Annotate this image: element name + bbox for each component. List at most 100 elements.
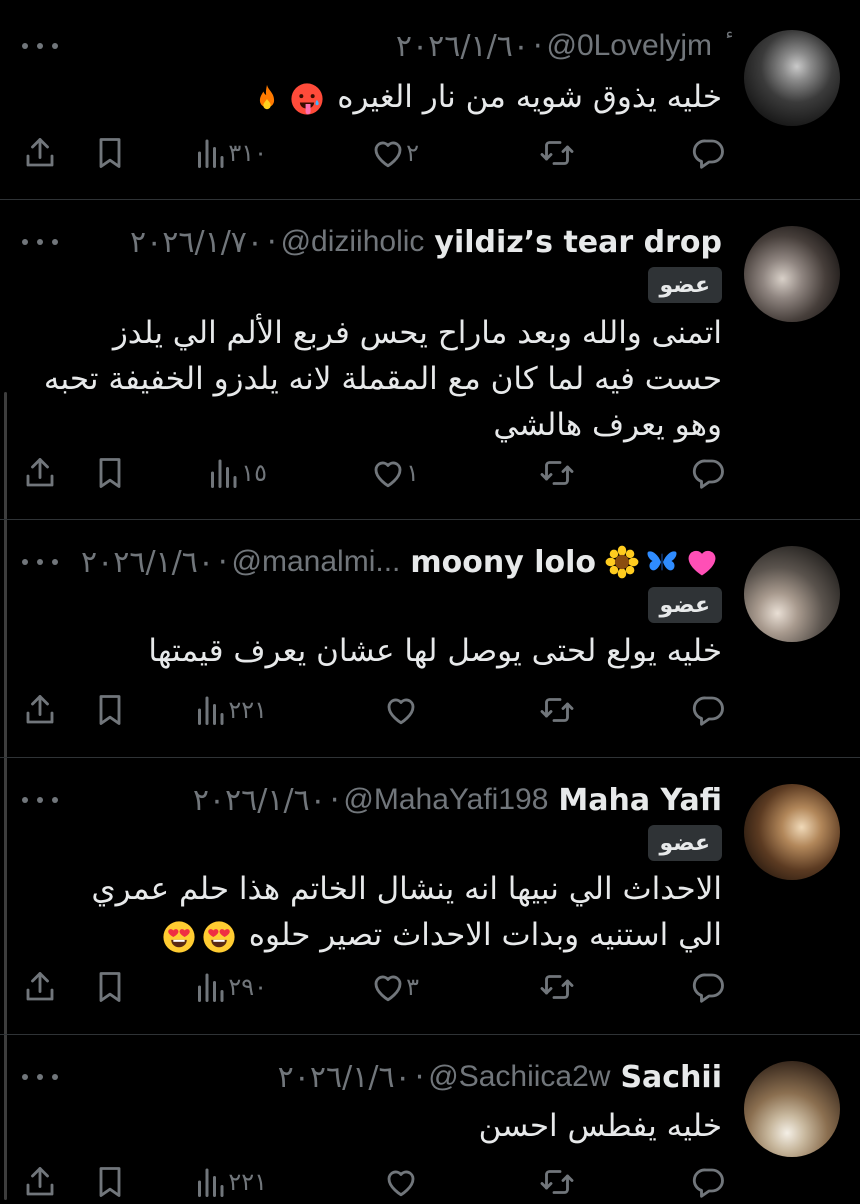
views-count: ٢٢١ bbox=[228, 696, 267, 724]
replies-feed: ٔ @0Lovelyjm · ٢٠٢٦/١/٦٠ خليه يذوق شويه … bbox=[0, 0, 860, 1200]
user-handle[interactable]: @diziiholic bbox=[281, 225, 425, 259]
more-options-icon[interactable] bbox=[22, 232, 58, 252]
avatar[interactable] bbox=[744, 226, 840, 322]
member-badge: عضو bbox=[647, 587, 722, 623]
reply-button[interactable] bbox=[691, 965, 727, 1009]
avatar[interactable] bbox=[744, 784, 840, 880]
heart-icon bbox=[370, 455, 406, 491]
bookmark-button[interactable] bbox=[92, 131, 128, 175]
reply-item[interactable]: yildiz’s tear drop @diziiholic · ٢٠٢٦/١/… bbox=[0, 200, 860, 520]
reply-button[interactable] bbox=[691, 131, 727, 175]
repost-icon bbox=[539, 969, 575, 1005]
views-button[interactable]: ٣١٠ bbox=[192, 131, 275, 175]
repost-button[interactable] bbox=[539, 1160, 575, 1204]
reply-date[interactable]: ٢٠٢٦/١/٧٠ bbox=[130, 225, 263, 260]
reply-button[interactable] bbox=[691, 688, 727, 732]
bookmark-button[interactable] bbox=[92, 965, 128, 1009]
more-options-icon[interactable] bbox=[22, 36, 58, 56]
member-badge: عضو bbox=[647, 267, 722, 303]
more-options-icon[interactable] bbox=[22, 552, 58, 572]
reply-text: خليه يذوق شويه من نار الغيره bbox=[42, 74, 722, 120]
like-button[interactable] bbox=[383, 1160, 427, 1204]
avatar[interactable] bbox=[744, 546, 840, 642]
bookmark-button[interactable] bbox=[92, 688, 128, 732]
hot-face-emoji-icon bbox=[290, 82, 324, 116]
views-button[interactable]: ٢٩٠ bbox=[192, 965, 275, 1009]
share-icon bbox=[22, 692, 58, 728]
like-button[interactable]: ١ bbox=[370, 451, 427, 495]
share-button[interactable] bbox=[22, 1160, 58, 1204]
bookmark-button[interactable] bbox=[92, 451, 128, 495]
reply-header: Sachii @Sachiica2w · ٢٠٢٦/١/٦٠ bbox=[278, 1055, 722, 1099]
bookmark-button[interactable] bbox=[92, 1160, 128, 1204]
repost-icon bbox=[539, 1164, 575, 1200]
reply-date[interactable]: ٢٠٢٦/١/٦٠ bbox=[193, 783, 326, 818]
user-handle[interactable]: @manalmi... bbox=[232, 545, 401, 579]
action-bar: ٢٢١ bbox=[0, 1160, 860, 1204]
bookmark-icon bbox=[92, 1164, 128, 1200]
heart-icon bbox=[370, 969, 406, 1005]
share-button[interactable] bbox=[22, 688, 58, 732]
repost-button[interactable] bbox=[539, 965, 575, 1009]
separator-dot: · bbox=[267, 224, 277, 260]
share-icon bbox=[22, 135, 58, 171]
user-handle[interactable]: @Sachiica2w bbox=[428, 1060, 610, 1094]
more-options-icon[interactable] bbox=[22, 790, 58, 810]
separator-dot: · bbox=[329, 782, 340, 818]
avatar[interactable] bbox=[744, 1061, 840, 1157]
reply-button[interactable] bbox=[691, 1160, 727, 1204]
repost-button[interactable] bbox=[539, 131, 575, 175]
avatar[interactable] bbox=[744, 30, 840, 126]
action-bar: ٢٢١ bbox=[0, 688, 860, 732]
reply-date[interactable]: ٢٠٢٦/١/٦٠ bbox=[81, 545, 214, 580]
like-button[interactable] bbox=[383, 688, 427, 732]
reply-header: yildiz’s tear drop @diziiholic · ٢٠٢٦/١/… bbox=[130, 220, 722, 264]
reply-item[interactable]: Maha Yafi @MahaYafi198 · ٢٠٢٦/١/٦٠ عضو ا… bbox=[0, 758, 860, 1035]
reply-date[interactable]: ٢٠٢٦/١/٦٠ bbox=[278, 1060, 411, 1095]
share-button[interactable] bbox=[22, 451, 58, 495]
user-display-name[interactable]: Maha Yafi bbox=[558, 783, 722, 818]
user-handle[interactable]: @MahaYafi198 bbox=[343, 783, 548, 817]
repost-icon bbox=[539, 455, 575, 491]
share-button[interactable] bbox=[22, 965, 58, 1009]
like-count: ٣ bbox=[406, 973, 419, 1001]
separator-dot: · bbox=[414, 1059, 425, 1095]
views-button[interactable]: ١٥ bbox=[205, 451, 275, 495]
heart-eyes-emoji-icon bbox=[162, 920, 196, 954]
name-emojis bbox=[602, 545, 722, 579]
action-bar: ٣ ٢٩٠ bbox=[0, 965, 860, 1009]
user-display-name[interactable]: Sachii bbox=[620, 1060, 722, 1095]
like-button[interactable]: ٣ bbox=[370, 965, 427, 1009]
repost-button[interactable] bbox=[539, 688, 575, 732]
reply-item[interactable]: Sachii @Sachiica2w · ٢٠٢٦/١/٦٠ خليه يفطس… bbox=[0, 1035, 860, 1200]
share-icon bbox=[22, 455, 58, 491]
reply-icon bbox=[691, 135, 727, 171]
user-display-name[interactable]: moony lolo bbox=[410, 545, 596, 580]
reply-text: الاحداث الي نبيها انه ينشال الخاتم هذا ح… bbox=[42, 866, 722, 958]
separator-dot: · bbox=[532, 28, 543, 64]
reply-button[interactable] bbox=[691, 451, 727, 495]
more-options-icon[interactable] bbox=[22, 1067, 58, 1087]
like-button[interactable]: ٢ bbox=[370, 131, 427, 175]
reply-header: ٔ @0Lovelyjm · ٢٠٢٦/١/٦٠ bbox=[396, 24, 722, 68]
separator-dot: · bbox=[218, 544, 228, 580]
views-button[interactable]: ٢٢١ bbox=[192, 688, 275, 732]
user-display-name[interactable]: yildiz’s tear drop bbox=[434, 225, 722, 260]
member-badge: عضو bbox=[647, 825, 722, 861]
views-count: ٣١٠ bbox=[228, 139, 267, 167]
bookmark-icon bbox=[92, 135, 128, 171]
user-handle[interactable]: @0Lovelyjm bbox=[546, 29, 712, 63]
repost-icon bbox=[539, 135, 575, 171]
reply-item[interactable]: ٔ @0Lovelyjm · ٢٠٢٦/١/٦٠ خليه يذوق شويه … bbox=[0, 0, 860, 200]
butterfly-emoji-icon bbox=[645, 545, 679, 579]
sunflower-emoji-icon bbox=[605, 545, 639, 579]
repost-button[interactable] bbox=[539, 451, 575, 495]
reply-item[interactable]: moony lolo @manalmi... · ٢٠٢٦/١/٦٠ عضو خ… bbox=[0, 520, 860, 758]
share-button[interactable] bbox=[22, 131, 58, 175]
reply-date[interactable]: ٢٠٢٦/١/٦٠ bbox=[396, 29, 529, 64]
heart-eyes-emoji-icon bbox=[202, 920, 236, 954]
heart-icon bbox=[370, 135, 406, 171]
views-icon bbox=[192, 969, 228, 1005]
views-button[interactable]: ٢٢١ bbox=[192, 1160, 275, 1204]
share-icon bbox=[22, 969, 58, 1005]
